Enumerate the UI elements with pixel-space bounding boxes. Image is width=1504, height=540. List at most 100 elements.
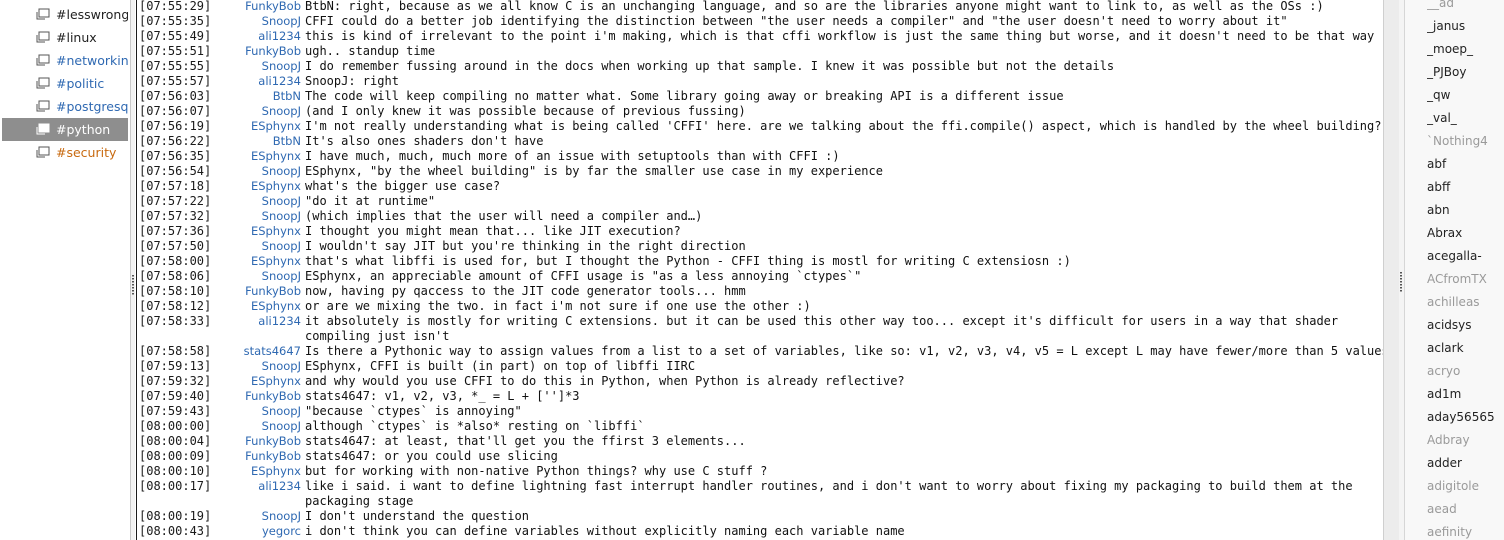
user-list-item[interactable]: abf: [1427, 153, 1504, 176]
user-list-item[interactable]: Abrax: [1427, 222, 1504, 245]
timestamp: [07:57:50]: [139, 239, 212, 253]
channel-label: #security: [56, 145, 117, 160]
user-list-item[interactable]: _qw: [1427, 84, 1504, 107]
splitter-grip-icon[interactable]: [1400, 272, 1402, 292]
nick[interactable]: ESphynx: [251, 374, 301, 388]
nick[interactable]: SnoopJ: [262, 269, 301, 283]
nick[interactable]: SnoopJ: [262, 104, 301, 118]
chat-log[interactable]: [07:55:29] FunkyBob BtbN: right, because a…: [136, 0, 1383, 540]
nick[interactable]: SnoopJ: [262, 209, 301, 223]
nick[interactable]: FunkyBob: [245, 434, 301, 448]
user-list-item[interactable]: acryo: [1427, 360, 1504, 383]
channel-item[interactable]: #networking: [2, 49, 128, 72]
chat-message: [07:58:10] FunkyBob now, having py qaccess…: [137, 284, 1383, 299]
user-list-item[interactable]: aead: [1427, 498, 1504, 521]
nick[interactable]: SnoopJ: [262, 164, 301, 178]
message-text: I'm not really understanding what is bei…: [305, 119, 1382, 133]
user-list: __ad _janus _moep_ _PJBoy _qw _val_ `Nothing4 a…: [1404, 0, 1504, 540]
nick[interactable]: ali1234: [258, 29, 301, 43]
chat-message: [07:56:54] SnoopJ ESphynx, "by the wheel b…: [137, 164, 1383, 179]
nick[interactable]: BtbN: [273, 89, 301, 103]
timestamp: [07:55:57]: [139, 74, 212, 88]
user-list-item[interactable]: _janus: [1427, 15, 1504, 38]
message-text: compiling just isn't: [305, 329, 450, 343]
channel-item[interactable]: #postgresql: [2, 95, 128, 118]
timestamp: [07:56:03]: [139, 89, 212, 103]
nick[interactable]: SnoopJ: [262, 509, 301, 523]
user-list-item[interactable]: adder: [1427, 452, 1504, 475]
nick[interactable]: FunkyBob: [245, 0, 301, 13]
channel-item[interactable]: #politic: [2, 72, 128, 95]
user-list-item[interactable]: Adbray: [1427, 429, 1504, 452]
channel-item[interactable]: #linux: [2, 26, 128, 49]
nick[interactable]: ESphynx: [251, 179, 301, 193]
channel-item[interactable]: #lesswrong: [2, 3, 128, 26]
user-list-item[interactable]: ACfromTX: [1427, 268, 1504, 291]
nick[interactable]: SnoopJ: [262, 14, 301, 28]
nick[interactable]: ESphynx: [251, 224, 301, 238]
user-list-item[interactable]: aday56565: [1427, 406, 1504, 429]
user-list-item[interactable]: aclark: [1427, 337, 1504, 360]
user-list-item[interactable]: achilleas: [1427, 291, 1504, 314]
channel-item[interactable]: #security: [2, 141, 128, 164]
splitter-grip-icon[interactable]: [132, 275, 134, 295]
chat-scrollbar[interactable]: [1383, 0, 1400, 540]
nick[interactable]: ESphynx: [251, 119, 301, 133]
message-text: stats4647: v1, v2, v3, *_ = L + ['']*3: [305, 389, 580, 403]
nick[interactable]: ali1234: [258, 479, 301, 493]
message-text: BtbN: right, because as we all know C is…: [305, 0, 1324, 13]
nick[interactable]: SnoopJ: [262, 404, 301, 418]
user-list-item[interactable]: _val_: [1427, 107, 1504, 130]
message-text: like i said. i want to define lightning …: [305, 479, 1353, 493]
user-list-item[interactable]: adigitole: [1427, 475, 1504, 498]
nick[interactable]: SnoopJ: [262, 194, 301, 208]
timestamp: [08:00:09]: [139, 449, 212, 463]
nick[interactable]: SnoopJ: [262, 59, 301, 73]
message-text: Is there a Pythonic way to assign values…: [305, 344, 1383, 358]
nick[interactable]: FunkyBob: [245, 449, 301, 463]
chat-message: [07:59:43] SnoopJ "because `ctypes` is ann…: [137, 404, 1383, 419]
user-list-item[interactable]: _moep_: [1427, 38, 1504, 61]
channel-icon: [36, 77, 50, 89]
user-list-item[interactable]: acidsys: [1427, 314, 1504, 337]
message-text: I wouldn't say JIT but you're thinking i…: [305, 239, 746, 253]
timestamp: [07:55:35]: [139, 14, 212, 28]
user-list-item[interactable]: abn: [1427, 199, 1504, 222]
nick[interactable]: FunkyBob: [245, 389, 301, 403]
timestamp: [08:00:00]: [139, 419, 212, 433]
channel-label: #postgresql: [56, 99, 128, 114]
nick[interactable]: SnoopJ: [262, 239, 301, 253]
nick[interactable]: ESphynx: [251, 464, 301, 478]
nick[interactable]: stats4647: [244, 344, 301, 358]
user-list-item[interactable]: abff: [1427, 176, 1504, 199]
channel-icon: [36, 31, 50, 43]
nick[interactable]: BtbN: [273, 134, 301, 148]
nick[interactable]: ESphynx: [251, 254, 301, 268]
user-list-item[interactable]: `Nothing4: [1427, 130, 1504, 153]
channel-icon: [36, 54, 50, 66]
channel-item[interactable]: #python: [2, 118, 128, 141]
sidebar-splitter[interactable]: [131, 0, 135, 540]
nick[interactable]: SnoopJ: [262, 419, 301, 433]
nick[interactable]: FunkyBob: [245, 44, 301, 58]
nick[interactable]: SnoopJ: [262, 359, 301, 373]
timestamp: [07:57:32]: [139, 209, 212, 223]
user-list-item[interactable]: _PJBoy: [1427, 61, 1504, 84]
message-text: SnoopJ: right: [305, 74, 399, 88]
user-list-item[interactable]: acegalla-: [1427, 245, 1504, 268]
nick[interactable]: FunkyBob: [245, 284, 301, 298]
nick[interactable]: yegorc: [262, 524, 301, 538]
user-list-item[interactable]: ad1m: [1427, 383, 1504, 406]
nick[interactable]: ESphynx: [251, 149, 301, 163]
nick[interactable]: ali1234: [258, 74, 301, 88]
user-list-item[interactable]: aefinity: [1427, 521, 1504, 540]
nick[interactable]: ali1234: [258, 314, 301, 328]
channel-label: #lesswrong: [56, 7, 128, 22]
user-list-item[interactable]: __ad: [1427, 0, 1504, 15]
timestamp: [07:56:35]: [139, 149, 212, 163]
message-text: and why would you use CFFI to do this in…: [305, 374, 905, 388]
nick[interactable]: ESphynx: [251, 299, 301, 313]
message-text: packaging stage: [305, 494, 414, 508]
chat-message: [07:57:32] SnoopJ (which implies that the …: [137, 209, 1383, 224]
message-text: stats4647: at least, that'll get you the…: [305, 434, 746, 448]
